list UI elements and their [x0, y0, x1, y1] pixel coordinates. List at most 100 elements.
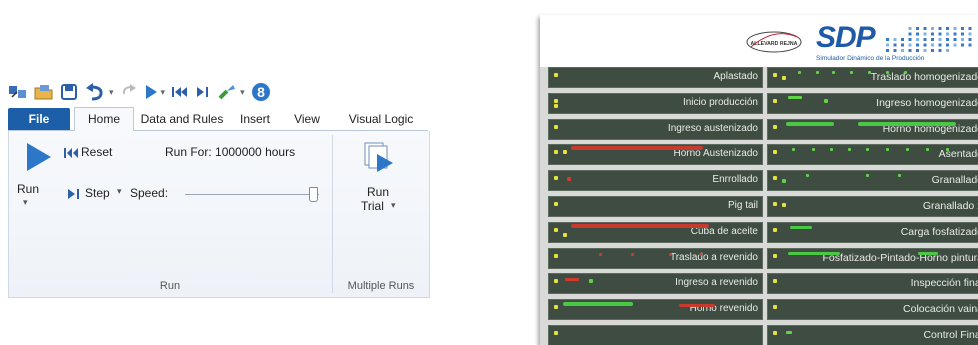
speed-slider[interactable] [185, 187, 325, 203]
station-label: Granallado [931, 174, 978, 187]
play-icon[interactable] [144, 82, 158, 102]
tab-visual-logic[interactable]: Visual Logic [336, 108, 426, 130]
right-station-row[interactable]: Control Final [767, 325, 978, 345]
right-station-row[interactable]: Colocación vaina [767, 299, 978, 321]
entity-marker [782, 179, 786, 184]
entity-marker [806, 174, 809, 178]
logo-dot [953, 27, 957, 30]
logo-dot [916, 27, 919, 30]
right-station-row[interactable]: Granallado 2 [767, 196, 978, 217]
tab-view[interactable]: View [284, 108, 330, 130]
right-station-row[interactable]: Traslado homogenizado [767, 67, 978, 88]
logo-dot [923, 32, 927, 36]
status-marker [773, 124, 777, 129]
entity-marker [786, 331, 792, 334]
run-for-text[interactable]: Run For: 1000000 hours [165, 145, 295, 159]
rewind-icon[interactable] [171, 82, 189, 102]
status-marker [773, 253, 777, 258]
help-icon[interactable]: 8 [251, 82, 271, 102]
run-button[interactable]: Run ▾ [17, 137, 57, 213]
build-dropdown-icon[interactable]: ▾ [240, 87, 245, 98]
build-icon[interactable] [217, 82, 237, 102]
right-station-row[interactable]: Inspección final [767, 273, 978, 295]
status-marker [554, 124, 558, 129]
logo-dot [953, 38, 957, 41]
left-station-row[interactable]: Ingreso austenizado [548, 118, 763, 140]
left-station-row[interactable]: Horno Austenizado [548, 144, 763, 166]
queue-bar [571, 146, 703, 151]
queue-bar [571, 223, 709, 228]
logo-dot [961, 32, 964, 36]
ribbon-tabs: File Home Data and Rules Insert View Vis… [8, 107, 428, 132]
logo-dot [946, 43, 949, 47]
speed-slider-thumb[interactable] [309, 187, 319, 202]
run-trial-button[interactable]: Run Trial ▾ [339, 137, 419, 221]
tab-home[interactable]: Home [74, 107, 134, 132]
entity-marker [906, 148, 909, 152]
left-station-row[interactable]: Cuba de aceite [548, 221, 763, 243]
right-station-row[interactable]: Fosfatizado-Pintado-Horno pintura [767, 247, 978, 269]
station-label: Colocación vaina [903, 303, 978, 316]
queue-bar [858, 121, 956, 126]
right-station-row[interactable]: Carga fosfatizado [767, 221, 978, 243]
tab-file[interactable]: File [8, 108, 70, 130]
tab-data-and-rules[interactable]: Data and Rules [136, 108, 228, 130]
logo-dot [968, 38, 972, 41]
queue-bar [563, 302, 633, 307]
logo-dot [968, 32, 972, 36]
right-station-row[interactable]: Ingreso homogenizado [767, 92, 978, 114]
redo-icon[interactable] [120, 82, 138, 102]
left-station-row[interactable]: Pig tail [548, 196, 763, 217]
station-label: Pig tail [727, 200, 758, 211]
status-marker [773, 331, 777, 335]
undo-icon[interactable] [84, 82, 106, 102]
reset-button[interactable]: Reset [64, 143, 124, 161]
status-marker [773, 176, 777, 181]
model-icon[interactable] [8, 82, 28, 102]
left-station-row[interactable]: Traslado a revenido [548, 247, 763, 269]
left-station-row[interactable]: Horno revenido [548, 299, 763, 321]
open-icon[interactable] [34, 82, 54, 102]
left-station-row[interactable]: Inicio producción [548, 92, 763, 114]
tab-insert[interactable]: Insert [232, 108, 278, 130]
entity-marker [599, 252, 602, 256]
left-station-row[interactable]: Enrrollado [548, 170, 763, 192]
right-station-row[interactable]: Granallado [767, 170, 978, 192]
right-station-row[interactable]: Asentado [767, 144, 978, 166]
logo-dot [953, 32, 957, 36]
undo-dropdown-icon[interactable]: ▾ [109, 87, 114, 98]
sdp-logo-dots [886, 27, 972, 52]
left-station-row[interactable]: Ingreso a revenido [548, 273, 763, 295]
station-label: Traslado a revenido [669, 251, 758, 263]
logo-dot [893, 38, 897, 41]
entity-marker [792, 148, 795, 152]
logo-dot [901, 38, 904, 41]
queue-bar [790, 225, 812, 229]
run-trial-dropdown-icon[interactable]: ▾ [391, 200, 396, 211]
logo-dot [916, 38, 919, 41]
logo-dot [961, 43, 964, 47]
entity-marker [565, 278, 579, 282]
left-station-row[interactable]: Aplastado [548, 67, 763, 88]
step-dropdown-icon[interactable]: ▾ [117, 186, 122, 197]
entity-marker [832, 71, 835, 74]
entity-marker [898, 174, 901, 178]
logo-dot [961, 38, 964, 41]
sdp-subtitle: Simulador Dinámico de la Producción [816, 55, 925, 62]
logo-dot [938, 38, 942, 41]
status-marker [554, 176, 558, 181]
logo-dot [916, 43, 919, 47]
left-station-row[interactable] [548, 325, 763, 345]
run-trial-label-line2: Trial [361, 199, 384, 213]
station-label: Inicio producción [682, 96, 758, 108]
step-button[interactable]: Step ▾ [67, 184, 137, 202]
entity-marker [830, 148, 833, 152]
run-dropdown-icon[interactable]: ▾ [23, 197, 28, 208]
right-station-row[interactable]: Horno homogenizado [767, 118, 978, 140]
play-dropdown-icon[interactable]: ▾ [161, 87, 166, 98]
allevard-logo: ALLEVARD REJNA [746, 31, 802, 53]
step-icon[interactable] [195, 82, 211, 102]
logo-dot [886, 43, 889, 47]
logo-dot [938, 43, 942, 47]
save-icon[interactable] [60, 82, 78, 102]
